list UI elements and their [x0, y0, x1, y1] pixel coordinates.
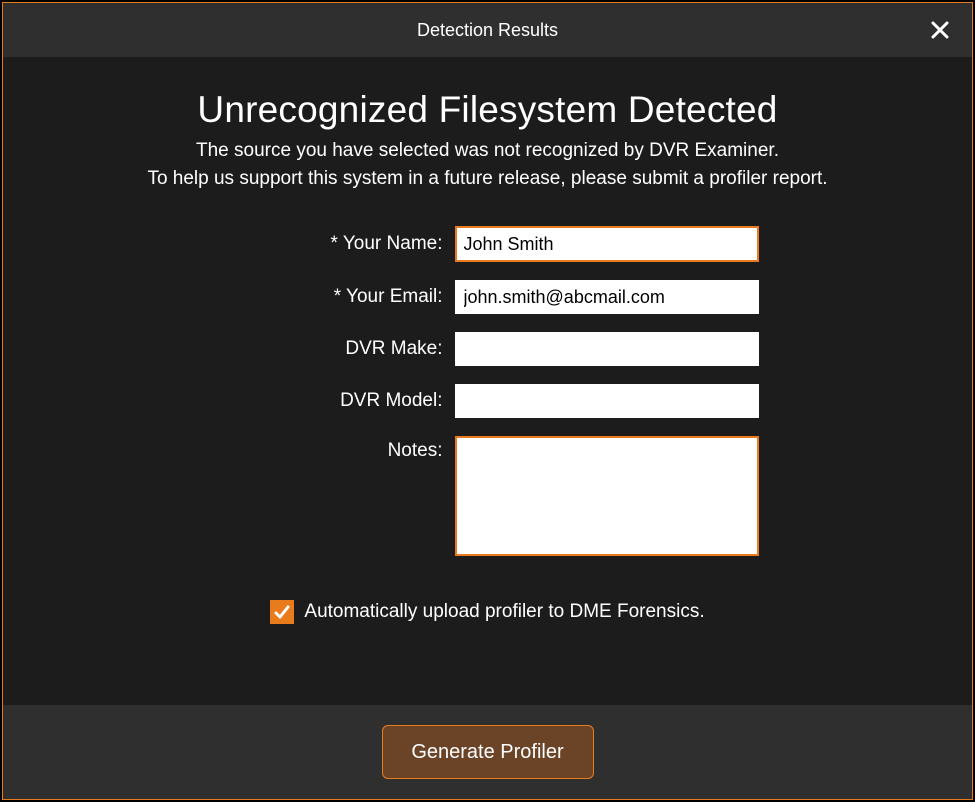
- subheading-line2: To help us support this system in a futu…: [147, 168, 827, 189]
- close-button[interactable]: [926, 16, 954, 44]
- row-name: * Your Name:: [217, 226, 759, 262]
- model-label: DVR Model:: [217, 390, 443, 412]
- close-icon: [931, 21, 949, 39]
- profiler-form: * Your Name: * Your Email: DVR Make: DVR…: [63, 226, 912, 624]
- row-auto-upload: Automatically upload profiler to DME For…: [270, 600, 704, 624]
- email-label: * Your Email:: [217, 286, 443, 308]
- heading: Unrecognized Filesystem Detected: [63, 89, 912, 131]
- model-input[interactable]: [455, 384, 759, 418]
- dialog-footer: Generate Profiler: [3, 705, 972, 799]
- titlebar: Detection Results: [3, 3, 972, 57]
- subheading: The source you have selected was not rec…: [63, 137, 912, 192]
- row-make: DVR Make:: [217, 332, 759, 366]
- make-input[interactable]: [455, 332, 759, 366]
- dialog-title: Detection Results: [417, 20, 558, 41]
- row-email: * Your Email:: [217, 280, 759, 314]
- notes-label: Notes:: [217, 436, 443, 462]
- name-label: * Your Name:: [217, 233, 443, 255]
- generate-profiler-button[interactable]: Generate Profiler: [382, 725, 594, 779]
- generate-profiler-label: Generate Profiler: [411, 741, 563, 764]
- subheading-line1: The source you have selected was not rec…: [196, 140, 779, 161]
- email-input[interactable]: [455, 280, 759, 314]
- checkmark-icon: [273, 603, 291, 621]
- make-label: DVR Make:: [217, 338, 443, 360]
- dialog-content: Unrecognized Filesystem Detected The sou…: [3, 57, 972, 707]
- auto-upload-label: Automatically upload profiler to DME For…: [304, 601, 704, 623]
- row-notes: Notes:: [217, 436, 759, 556]
- row-model: DVR Model:: [217, 384, 759, 418]
- name-input[interactable]: [455, 226, 759, 262]
- dialog-window: Detection Results Unrecognized Filesyste…: [2, 2, 973, 800]
- auto-upload-checkbox[interactable]: [270, 600, 294, 624]
- notes-input[interactable]: [455, 436, 759, 556]
